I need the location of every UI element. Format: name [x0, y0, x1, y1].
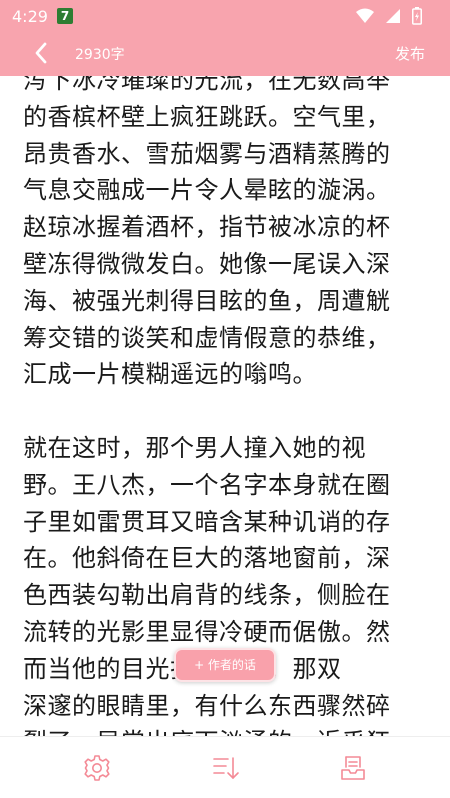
chevron-left-icon [35, 42, 47, 64]
sort-down-icon [213, 757, 239, 780]
back-button[interactable] [30, 40, 54, 66]
battery-icon [412, 7, 422, 29]
notification-badge-icon: 7 [57, 8, 73, 24]
word-count: 2930字 [75, 47, 125, 63]
status-bar: 4:29 7 [0, 0, 450, 32]
publish-button[interactable]: 发布 [395, 43, 425, 64]
bottom-toolbar [0, 736, 450, 798]
chapter-text[interactable]: 泻下冰冷璀璨的光流，在无数高举 的香槟杯壁上疯狂跳跃。空气里， 昂贵香水、雪茄烟… [23, 76, 415, 736]
paragraph: 就在这时，那个男人撞入她的视 野。王八杰，一个名字本身就在圈 子里如雷贯耳又暗含… [23, 433, 391, 736]
publish-tray-button[interactable] [338, 753, 368, 783]
author-note-button[interactable]: + 作者的话 [174, 648, 276, 682]
status-icons [350, 7, 422, 25]
app-bar: 2930字 发布 [0, 32, 450, 76]
wifi-icon [355, 8, 374, 28]
signal-icon [385, 8, 401, 28]
settings-button[interactable] [82, 753, 112, 783]
status-time: 4:29 [12, 7, 48, 26]
gear-icon [84, 755, 110, 781]
chapter-text-area[interactable]: 泻下冰冷璀璨的光流，在无数高举 的香槟杯壁上疯狂跳跃。空气里， 昂贵香水、雪茄烟… [0, 76, 450, 736]
paragraph: 泻下冰冷璀璨的光流，在无数高举 的香槟杯壁上疯狂跳跃。空气里， 昂贵香水、雪茄烟… [23, 76, 391, 389]
sort-button[interactable] [210, 753, 240, 783]
publish-tray-icon [341, 756, 365, 780]
